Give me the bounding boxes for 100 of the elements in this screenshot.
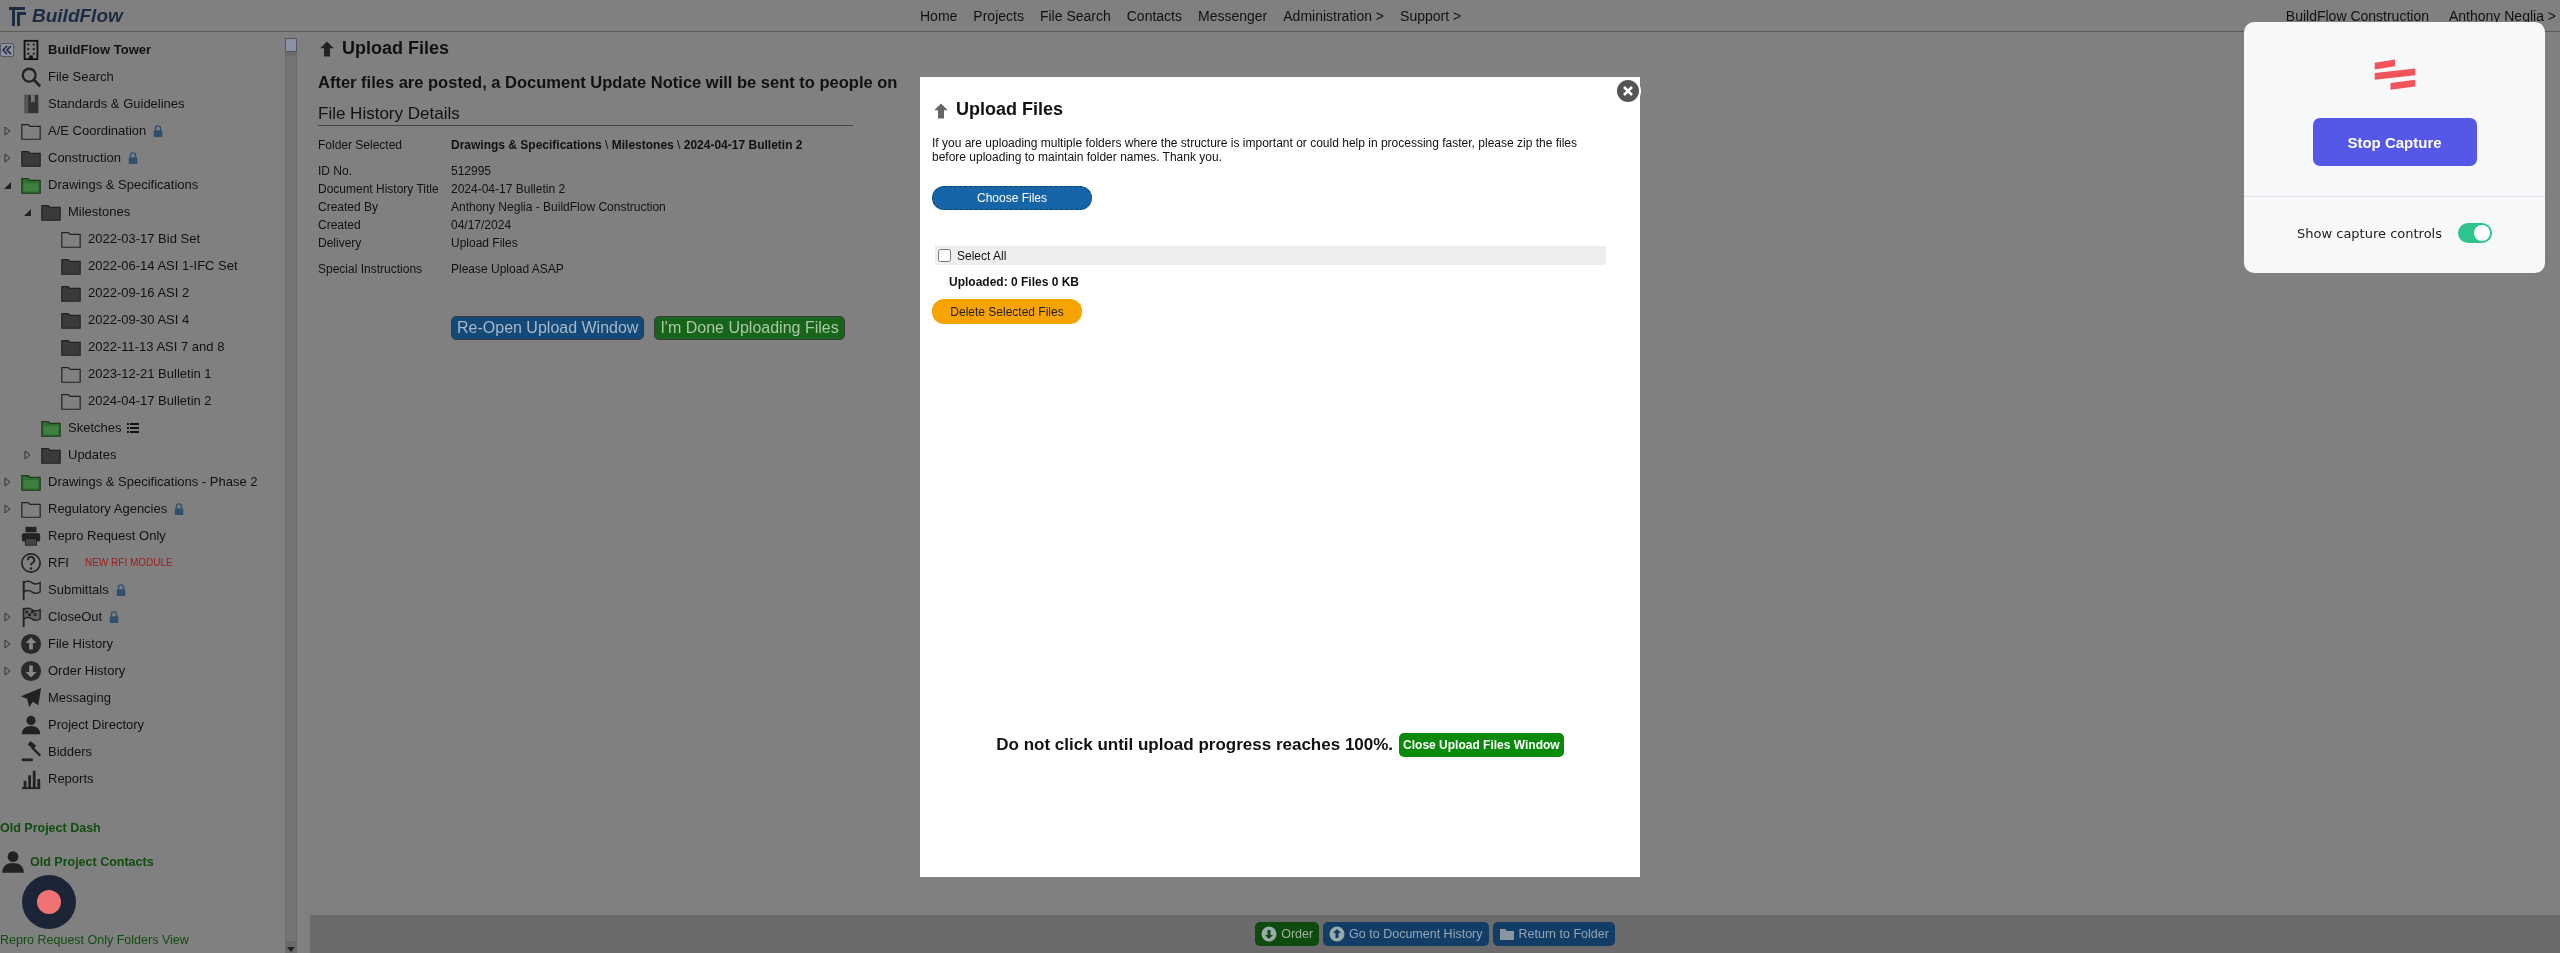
toggle-label: Show capture controls (2297, 225, 2442, 241)
tree-item[interactable]: 2023-12-21 Bulletin 1 (88, 366, 212, 381)
expander-icon[interactable] (2, 152, 12, 163)
tree-item[interactable]: Submittals (48, 582, 109, 597)
delete-files-button[interactable]: Delete Selected Files (932, 299, 1082, 324)
tree-item[interactable]: 2022-06-14 ASI 1-IFC Set (88, 258, 238, 273)
tree-item[interactable]: Repro Request Only (48, 528, 166, 543)
detail-label: Delivery (318, 236, 363, 250)
nav-link[interactable]: Administration > (1283, 7, 1385, 24)
nav-link[interactable]: File Search (1039, 7, 1111, 24)
help-icon (20, 551, 42, 574)
detail-label: Created By (318, 200, 380, 214)
tree-item[interactable]: Bidders (48, 744, 93, 759)
tree-item[interactable]: 2022-03-17 Bid Set (88, 231, 201, 246)
tree-item[interactable]: File Search (48, 69, 114, 84)
detail-label: ID No. (318, 164, 353, 178)
company-link[interactable]: BuildFlow Construction (2285, 7, 2429, 24)
up-arrow-icon (932, 102, 950, 120)
nav-link[interactable]: Projects (973, 7, 1024, 24)
toggle-switch[interactable] (2457, 223, 2492, 243)
warning-text: Do not click until upload progress reaches 100%. (996, 735, 1394, 755)
select-all-checkbox[interactable] (938, 249, 951, 262)
expander-icon[interactable] (2, 476, 12, 487)
download-icon (1261, 926, 1278, 942)
upload-icon (1329, 926, 1346, 942)
upload-icon (20, 632, 42, 655)
tree-item[interactable]: File History (48, 636, 113, 651)
tree-item[interactable]: Standards & Guidelines (48, 96, 185, 111)
tree-item[interactable]: Construction (48, 150, 121, 165)
bottom-bar-button[interactable]: Go to Document History (1323, 922, 1489, 946)
tree-item[interactable]: Sketches (68, 420, 122, 435)
tree-item[interactable]: A/E Coordination (48, 123, 147, 138)
detail-label: Document History Title (318, 182, 440, 196)
tree-item[interactable]: Order History (48, 663, 126, 678)
footer-link[interactable]: Repro Request Only Folders View (0, 933, 285, 947)
tree-item[interactable]: Regulatory Agencies (48, 501, 168, 516)
up-arrow-icon (318, 39, 336, 58)
expander-icon[interactable] (2, 665, 12, 676)
collapse-button[interactable] (0, 42, 14, 57)
tree-item[interactable]: Messaging (48, 690, 111, 705)
nav-link[interactable]: Support > (1400, 7, 1462, 24)
tree-item[interactable]: Milestones (68, 204, 131, 219)
select-all-label: Select All (957, 248, 1007, 263)
project-name: BuildFlow Tower (48, 42, 152, 57)
logo-text: BuildFlow (32, 4, 123, 27)
close-window-button[interactable]: Close Upload Files Window (1399, 733, 1564, 757)
detail-value: 2024-04-17 Bulletin 2 (451, 182, 567, 196)
download-icon (20, 659, 42, 682)
bottom-bar-button[interactable]: Order (1255, 922, 1320, 946)
section-title: File History Details (318, 104, 853, 126)
footer-link[interactable]: Old Project Dash (0, 821, 285, 835)
choose-files-button[interactable]: Choose Files (932, 186, 1092, 210)
tree-item[interactable]: CloseOut (48, 609, 103, 624)
person-icon (20, 713, 42, 736)
expander-icon[interactable] (2, 125, 12, 136)
tree-item[interactable]: RFI (48, 555, 69, 570)
page-title: Upload Files (342, 38, 449, 59)
paper-plane-icon (20, 686, 42, 709)
detail-value: Please Upload ASAP (451, 262, 564, 276)
expander-icon[interactable] (2, 638, 12, 649)
expander-icon[interactable] (22, 449, 32, 460)
printer-icon (20, 524, 42, 547)
reopen-button[interactable]: Re-Open Upload Window (451, 316, 645, 340)
record-button[interactable] (22, 875, 76, 929)
bottom-bar-button[interactable]: Return to Folder (1492, 922, 1615, 946)
nav-link[interactable]: Home (920, 7, 958, 24)
detail-value: Anthony Neglia - BuildFlow Construction (451, 200, 666, 214)
tree-item[interactable]: 2022-09-30 ASI 4 (88, 312, 190, 327)
expander-icon[interactable] (2, 503, 12, 514)
close-button[interactable] (1615, 78, 1641, 104)
scroll-down-icon (286, 945, 296, 953)
stop-capture-button[interactable]: Stop Capture (2312, 118, 2477, 166)
footer-link[interactable]: Old Project Contacts (30, 855, 154, 869)
tree-item[interactable]: Drawings & Specifications (48, 177, 199, 192)
tree-item[interactable]: Reports (48, 771, 94, 786)
detail-label: Folder Selected (318, 138, 404, 152)
tree-item[interactable]: 2022-11-13 ASI 7 and 8 (88, 339, 225, 354)
checkered-flag-icon (20, 605, 42, 628)
tree-item[interactable]: 2022-09-16 ASI 2 (88, 285, 190, 300)
done-button[interactable]: I'm Done Uploading Files (654, 316, 845, 340)
notice-text: After files are posted, a Document Update Notice will be sent to people on (318, 73, 898, 92)
tree-item[interactable]: Drawings & Specifications - Phase 2 (48, 474, 258, 489)
tree-item[interactable]: Project Directory (48, 717, 145, 732)
detail-value: 04/17/2024 (451, 218, 513, 232)
nav-link[interactable]: Contacts (1126, 7, 1182, 24)
instructions-text: If you are uploading multiple folders where the structure is important or could help in processing faster, please zip the files before uploading to maintain folder names. Thank you. (932, 136, 1578, 164)
folder-icon (1498, 926, 1515, 942)
upload-summary: Uploaded: 0 Files 0 KB (949, 275, 1081, 289)
expander-icon[interactable] (2, 611, 12, 622)
tree-item[interactable]: 2024-04-17 Bulletin 2 (88, 393, 212, 408)
close-icon (1622, 85, 1634, 97)
tree-item[interactable]: Updates (68, 447, 117, 462)
gavel-icon (20, 740, 42, 763)
pin-button[interactable] (285, 38, 297, 52)
search-icon (20, 65, 42, 88)
detail-label: Special Instructions (318, 262, 424, 276)
detail-value: Drawings & Specifications \ Milestones \ 2024-04-17 Bulletin 2 (451, 138, 803, 152)
detail-value: 512995 (451, 164, 493, 178)
nav-link[interactable]: Messenger (1198, 7, 1268, 24)
modal-title: Upload Files (956, 99, 1063, 120)
